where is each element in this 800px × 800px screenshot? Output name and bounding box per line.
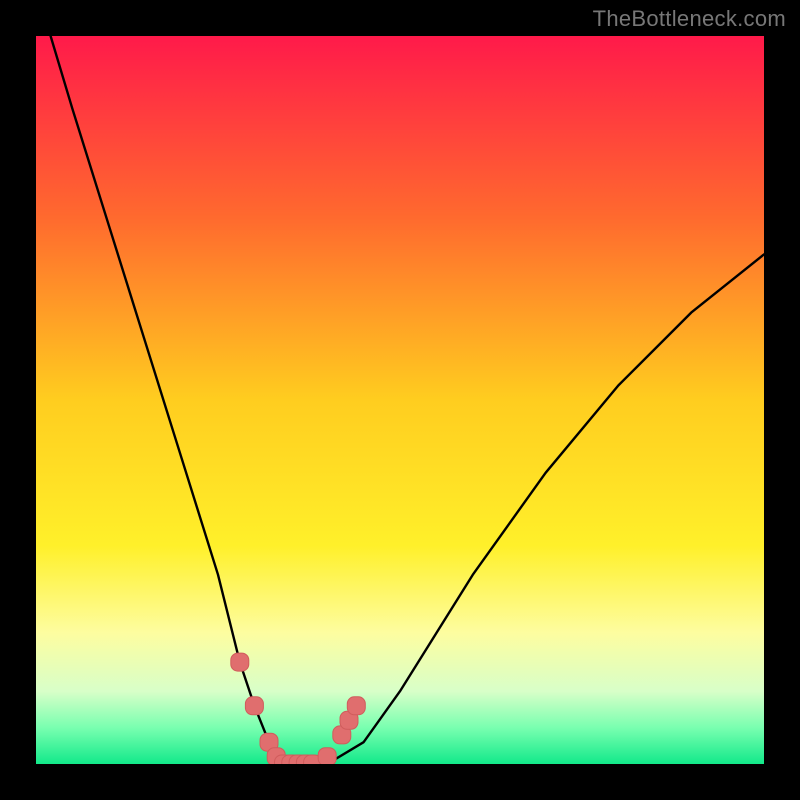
chart-frame: TheBottleneck.com [0, 0, 800, 800]
bottleneck-curve [51, 36, 764, 764]
curve-marker [347, 697, 365, 715]
plot-area [36, 36, 764, 764]
curve-marker [318, 748, 336, 764]
watermark-text: TheBottleneck.com [593, 6, 786, 32]
bottleneck-curve-svg [36, 36, 764, 764]
curve-marker [245, 697, 263, 715]
curve-marker [231, 653, 249, 671]
